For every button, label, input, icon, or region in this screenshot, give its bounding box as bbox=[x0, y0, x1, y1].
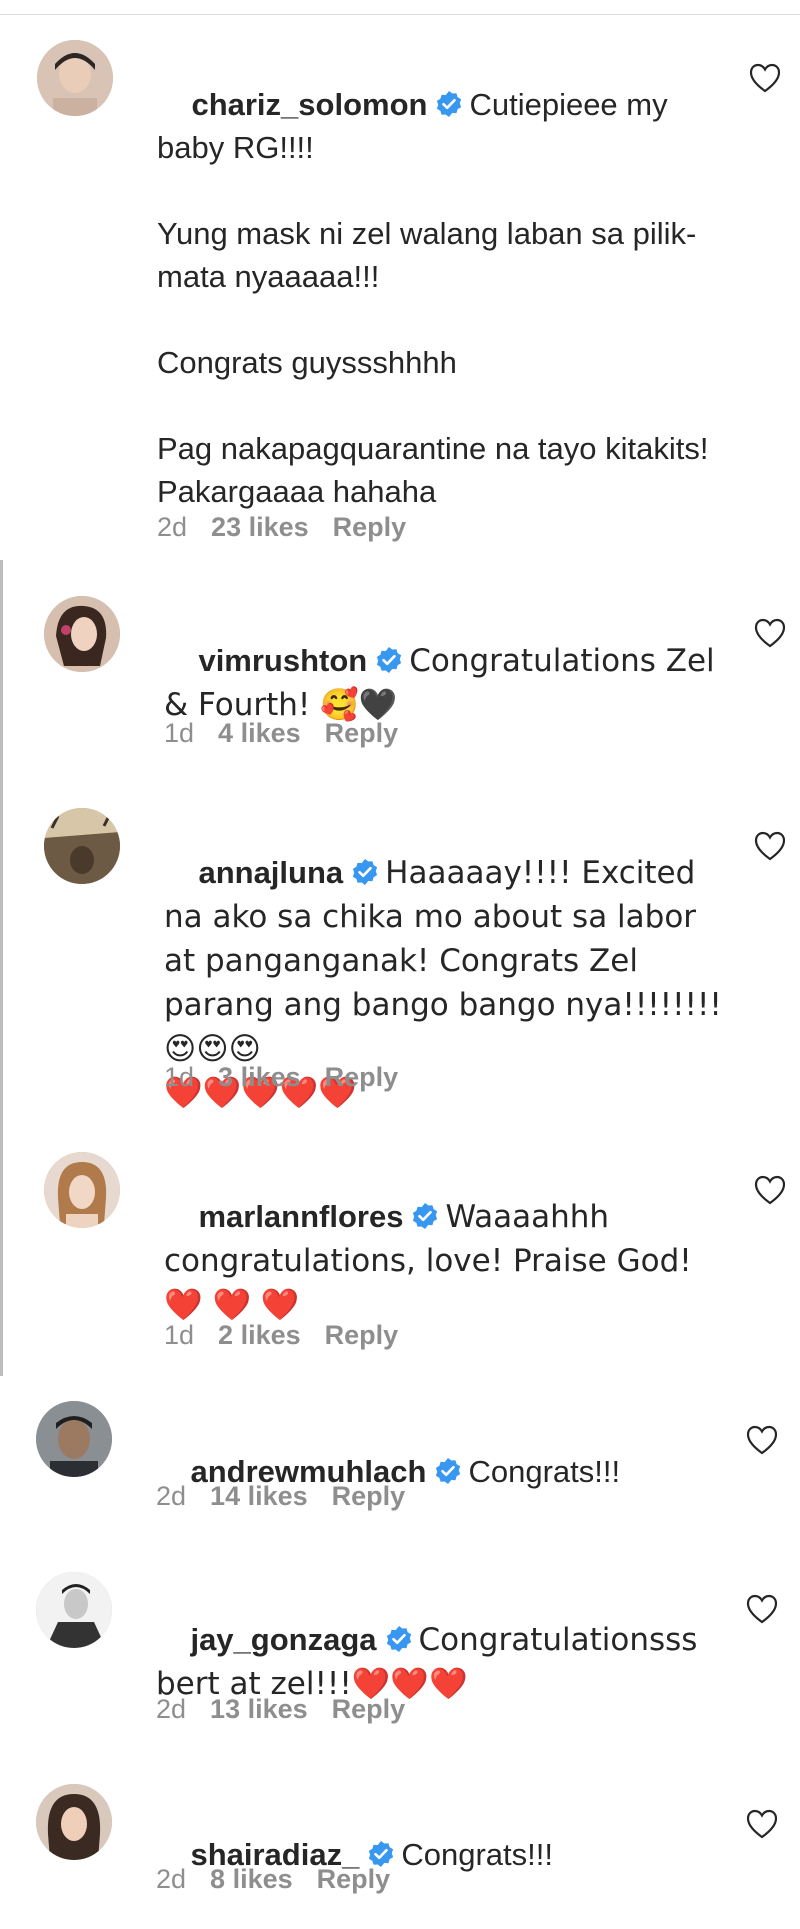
reply-button[interactable]: Reply bbox=[325, 1320, 399, 1350]
comment-time: 2d bbox=[156, 1864, 187, 1894]
comment-time: 1d bbox=[164, 718, 195, 748]
comment-time: 2d bbox=[157, 512, 188, 542]
like-heart-icon[interactable] bbox=[745, 1424, 779, 1456]
reply-button[interactable]: Reply bbox=[325, 1062, 399, 1092]
reply-button[interactable]: Reply bbox=[333, 512, 407, 542]
reply-button[interactable]: Reply bbox=[332, 1481, 406, 1511]
username-link[interactable]: vimrushton bbox=[198, 643, 367, 678]
verified-badge-icon bbox=[434, 1457, 462, 1485]
comment-time: 2d bbox=[156, 1694, 187, 1724]
avatar[interactable] bbox=[44, 1152, 120, 1228]
top-divider bbox=[0, 0, 800, 15]
reply-button[interactable]: Reply bbox=[317, 1864, 391, 1894]
verified-badge-icon bbox=[375, 646, 403, 674]
like-heart-icon[interactable] bbox=[745, 1808, 779, 1840]
likes-count[interactable]: 2 likes bbox=[218, 1320, 301, 1350]
avatar[interactable] bbox=[44, 596, 120, 672]
likes-count[interactable]: 13 likes bbox=[210, 1694, 308, 1724]
like-heart-icon[interactable] bbox=[748, 62, 782, 94]
likes-count[interactable]: 14 likes bbox=[210, 1481, 308, 1511]
comment-text: Congrats!!! bbox=[401, 1837, 553, 1872]
username-link[interactable]: chariz_solomon bbox=[191, 87, 427, 122]
reply-button[interactable]: Reply bbox=[332, 1694, 406, 1724]
avatar[interactable] bbox=[36, 1401, 112, 1477]
username-link[interactable]: marlannflores bbox=[198, 1199, 403, 1234]
avatar[interactable] bbox=[36, 1784, 112, 1860]
comment-text: Congrats!!! bbox=[468, 1454, 621, 1489]
like-heart-icon[interactable] bbox=[753, 617, 787, 649]
verified-badge-icon bbox=[351, 858, 379, 886]
reply-thread-line bbox=[0, 560, 3, 1376]
likes-count[interactable]: 8 likes bbox=[210, 1864, 293, 1894]
avatar[interactable] bbox=[37, 40, 113, 116]
likes-count[interactable]: 23 likes bbox=[211, 512, 309, 542]
comment-text: Cutiepieee my baby RG!!!! Yung mask ni z… bbox=[157, 87, 709, 509]
avatar[interactable] bbox=[36, 1572, 112, 1648]
reply-button[interactable]: Reply bbox=[325, 718, 399, 748]
likes-count[interactable]: 3 likes bbox=[218, 1062, 301, 1092]
username-link[interactable]: jay_gonzaga bbox=[190, 1622, 376, 1657]
verified-badge-icon bbox=[435, 90, 463, 118]
username-link[interactable]: annajluna bbox=[198, 855, 343, 890]
comment-time: 1d bbox=[164, 1062, 195, 1092]
verified-badge-icon bbox=[385, 1625, 413, 1653]
avatar[interactable] bbox=[44, 808, 120, 884]
comment-time: 2d bbox=[156, 1481, 187, 1511]
like-heart-icon[interactable] bbox=[753, 1174, 787, 1206]
like-heart-icon[interactable] bbox=[745, 1593, 779, 1625]
verified-badge-icon bbox=[411, 1202, 439, 1230]
like-heart-icon[interactable] bbox=[753, 830, 787, 862]
comment-time: 1d bbox=[164, 1320, 195, 1350]
likes-count[interactable]: 4 likes bbox=[218, 718, 301, 748]
